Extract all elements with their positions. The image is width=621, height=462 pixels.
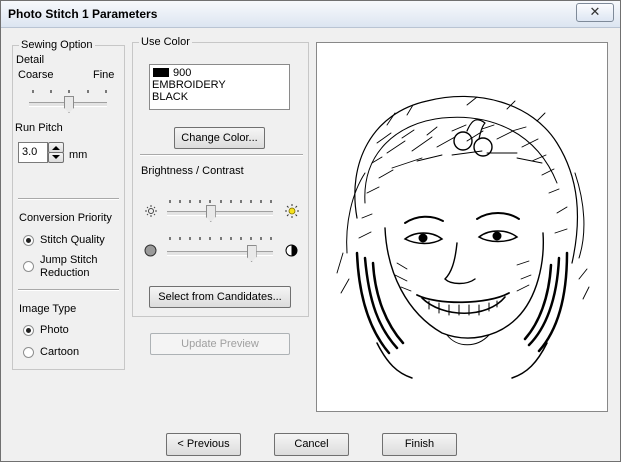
change-color-button[interactable]: Change Color... bbox=[174, 127, 265, 149]
color-name: BLACK bbox=[152, 91, 189, 103]
fine-label: Fine bbox=[93, 69, 115, 81]
cartoon-label[interactable]: Cartoon bbox=[40, 346, 79, 358]
cartoon-radio[interactable] bbox=[23, 347, 34, 358]
jump-stitch-reduction-label[interactable]: Jump Stitch Reduction bbox=[40, 254, 97, 280]
run-pitch-input[interactable]: 3.0 bbox=[18, 142, 48, 163]
detail-label: Detail bbox=[16, 54, 45, 66]
title-bar[interactable]: Photo Stitch 1 Parameters ✕ bbox=[1, 1, 620, 28]
brightness-contrast-label: Brightness / Contrast bbox=[141, 165, 244, 177]
jump-stitch-reduction-radio[interactable] bbox=[23, 261, 34, 272]
stitch-quality-radio[interactable] bbox=[23, 235, 34, 246]
contrast-slider-ticks bbox=[169, 237, 272, 240]
color-info-box: 900 EMBROIDERY BLACK bbox=[149, 64, 290, 110]
color-brand: EMBROIDERY bbox=[152, 79, 226, 91]
divider bbox=[18, 198, 119, 200]
arrow-down-icon bbox=[52, 155, 60, 159]
divider bbox=[18, 289, 119, 291]
image-type-label: Image Type bbox=[19, 303, 77, 315]
detail-slider-ticks bbox=[32, 90, 107, 93]
window-title: Photo Stitch 1 Parameters bbox=[8, 7, 158, 21]
previous-button[interactable]: < Previous bbox=[166, 433, 241, 456]
update-preview-button[interactable]: Update Preview bbox=[150, 333, 290, 355]
portrait-sketch bbox=[336, 95, 590, 379]
sewing-option-label: Sewing Option bbox=[19, 39, 95, 51]
conversion-priority-label: Conversion Priority bbox=[19, 212, 112, 224]
color-code: 900 bbox=[173, 67, 192, 79]
run-pitch-label: Run Pitch bbox=[15, 122, 63, 134]
use-color-label: Use Color bbox=[139, 36, 192, 48]
contrast-slider-track bbox=[167, 251, 273, 256]
divider bbox=[140, 154, 303, 156]
stitch-quality-label[interactable]: Stitch Quality bbox=[40, 234, 105, 246]
brightness-slider-track bbox=[167, 211, 273, 216]
photo-radio[interactable] bbox=[23, 325, 34, 336]
photo-label[interactable]: Photo bbox=[40, 324, 69, 336]
brightness-low-icon bbox=[145, 205, 157, 217]
close-button[interactable]: ✕ bbox=[576, 3, 614, 22]
run-pitch-unit: mm bbox=[69, 149, 88, 161]
run-pitch-down-button[interactable] bbox=[48, 152, 64, 163]
contrast-high-icon bbox=[285, 244, 298, 257]
contrast-low-icon bbox=[144, 244, 157, 257]
coarse-label: Coarse bbox=[18, 69, 54, 81]
stitch-preview-image bbox=[316, 42, 608, 412]
finish-button[interactable]: Finish bbox=[382, 433, 457, 456]
run-pitch-value: 3.0 bbox=[22, 146, 38, 158]
dialog-window: Photo Stitch 1 Parameters ✕ Sewing Optio… bbox=[0, 0, 621, 462]
select-from-candidates-button[interactable]: Select from Candidates... bbox=[149, 286, 291, 308]
color-swatch bbox=[153, 68, 169, 77]
cancel-button[interactable]: Cancel bbox=[274, 433, 349, 456]
brightness-slider-ticks bbox=[169, 200, 272, 203]
arrow-up-icon bbox=[52, 146, 60, 150]
brightness-high-icon bbox=[285, 204, 299, 218]
